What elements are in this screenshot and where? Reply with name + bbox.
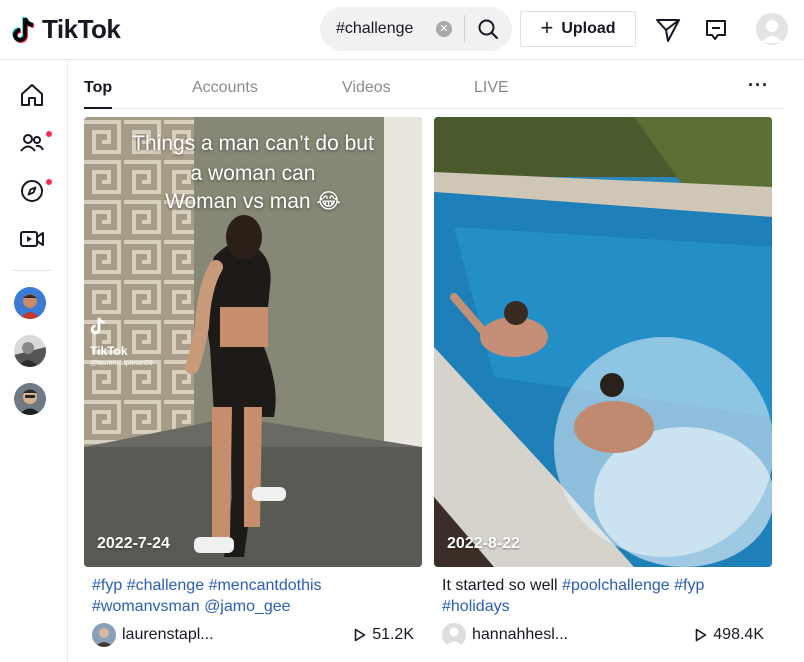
hashtag-link[interactable]: #fyp xyxy=(674,577,704,594)
author-username: hannahhesl... xyxy=(472,626,569,643)
watermark-brand: TikTok xyxy=(90,344,128,358)
sidebar-item-explore[interactable] xyxy=(16,175,52,207)
tiktok-logo[interactable]: TikTok xyxy=(12,14,121,45)
tiktok-watermark-icon xyxy=(90,317,105,335)
video-card[interactable]: Things a man can’t do but a woman can Wo… xyxy=(84,117,422,647)
sidebar xyxy=(0,61,68,662)
mention-link[interactable]: @jamo_gee xyxy=(204,598,291,615)
sidebar-divider xyxy=(12,270,52,271)
following-avatar-1[interactable] xyxy=(14,287,46,319)
hashtag-link[interactable]: #challenge xyxy=(127,577,204,594)
video-card[interactable]: 2022-8-22 It started so well #poolchalle… xyxy=(434,117,772,647)
profile-icon[interactable] xyxy=(756,13,788,45)
send-icon[interactable] xyxy=(654,16,682,44)
author-avatar xyxy=(92,623,116,647)
more-options-button[interactable]: ··· xyxy=(748,75,769,96)
plus-icon: + xyxy=(540,15,554,40)
sidebar-item-home[interactable] xyxy=(16,79,48,111)
play-icon xyxy=(695,628,707,642)
logo-text: TikTok xyxy=(42,14,121,44)
hashtag-link[interactable]: #womanvsman xyxy=(92,598,200,615)
author-username: laurenstapl... xyxy=(122,626,214,643)
notification-dot xyxy=(46,179,52,185)
author-link[interactable]: hannahhesl... xyxy=(442,623,568,647)
tab-videos[interactable]: Videos xyxy=(342,79,391,97)
tab-accounts[interactable]: Accounts xyxy=(192,79,258,97)
overlay-caption-line-1: Things a man can’t do but xyxy=(132,132,374,155)
video-thumbnail[interactable]: Things a man can’t do but a woman can Wo… xyxy=(84,117,422,567)
following-icon xyxy=(20,134,44,152)
play-count: 498.4K xyxy=(695,626,764,644)
overlay-caption-line-2: a woman can xyxy=(190,162,316,185)
video-thumbnail[interactable]: 2022-8-22 xyxy=(434,117,772,567)
play-count-value: 51.2K xyxy=(372,626,414,643)
sidebar-item-live[interactable] xyxy=(16,223,48,255)
search-button[interactable] xyxy=(465,7,512,51)
video-date: 2022-8-22 xyxy=(447,535,520,552)
play-icon xyxy=(354,628,366,642)
active-tab-indicator xyxy=(84,107,112,109)
tiktok-watermark: TikTok @laurenstapleton99 xyxy=(90,315,153,367)
author-link[interactable]: laurenstapl... xyxy=(92,623,214,647)
tiktok-logo-icon xyxy=(12,15,38,45)
video-meta: laurenstapl... 51.2K xyxy=(84,623,422,647)
hashtag-link[interactable]: #poolchallenge xyxy=(562,577,670,594)
video-meta: hannahhesl... 498.4K xyxy=(434,623,772,647)
clear-icon[interactable]: ✕ xyxy=(436,21,452,37)
notification-dot xyxy=(46,131,52,137)
inbox-icon[interactable] xyxy=(702,16,730,44)
following-avatar-2[interactable] xyxy=(14,335,46,367)
tab-top[interactable]: Top xyxy=(84,79,112,97)
hashtag-link[interactable]: #fyp xyxy=(92,577,122,594)
following-avatar-3[interactable] xyxy=(14,383,46,415)
search-input[interactable] xyxy=(336,20,434,38)
home-icon xyxy=(21,84,43,106)
watermark-handle: @laurenstapleton99 xyxy=(90,360,153,367)
upload-label: Upload xyxy=(561,20,616,37)
caption-text: It started so well xyxy=(442,577,563,594)
overlay-caption-line-3: Woman vs man 😂 xyxy=(165,190,341,213)
hashtag-link[interactable]: #holidays xyxy=(442,598,510,615)
video-thumbnail-image xyxy=(434,117,772,567)
sidebar-item-following[interactable] xyxy=(16,127,52,159)
tab-live[interactable]: LIVE xyxy=(474,79,509,97)
hashtag-link[interactable]: #mencantdothis xyxy=(209,577,322,594)
search-icon xyxy=(478,19,499,40)
video-caption: It started so well #poolchallenge #fyp #… xyxy=(434,575,772,617)
search-bar: ✕ xyxy=(320,7,512,51)
video-date: 2022-7-24 xyxy=(97,535,170,552)
author-avatar xyxy=(442,623,466,647)
video-caption: #fyp #challenge #mencantdothis #womanvsm… xyxy=(84,575,422,617)
search-tabs: Top Accounts Videos LIVE ··· xyxy=(84,61,784,109)
live-icon xyxy=(20,231,44,247)
play-count: 51.2K xyxy=(354,626,414,644)
upload-button[interactable]: + Upload xyxy=(520,11,636,47)
top-header: TikTok ✕ + Upload xyxy=(0,0,804,60)
explore-icon xyxy=(21,180,43,202)
play-count-value: 498.4K xyxy=(713,626,764,643)
